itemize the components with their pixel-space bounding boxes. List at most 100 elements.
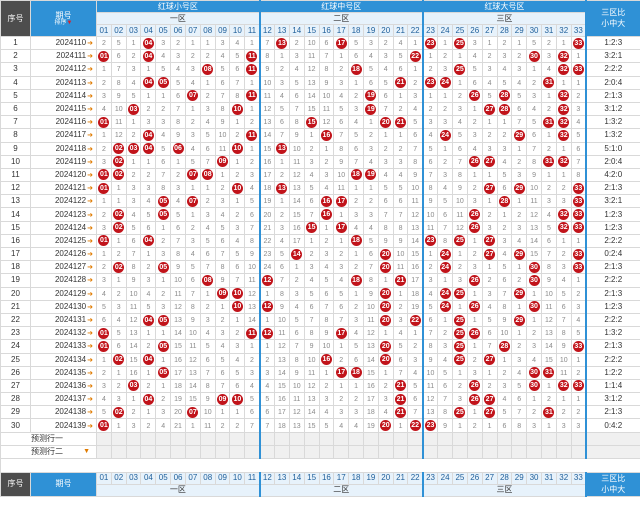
row-period[interactable]: 2024136➜: [30, 378, 97, 394]
predict-cell[interactable]: [259, 431, 276, 446]
predict-cell[interactable]: [184, 431, 201, 446]
predict-cell[interactable]: [452, 431, 468, 446]
row-period[interactable]: 2024113➜: [30, 75, 97, 90]
predict-cell[interactable]: [362, 431, 379, 446]
predict-cell[interactable]: [229, 444, 246, 459]
predict-cell[interactable]: [199, 444, 216, 459]
row-period[interactable]: 2024126➜: [30, 246, 97, 262]
predict-cell[interactable]: [392, 444, 409, 459]
predict-cell[interactable]: [570, 431, 588, 446]
row-period[interactable]: 2024112➜: [30, 62, 97, 77]
predict-cell[interactable]: [333, 444, 350, 459]
predict-cell[interactable]: [511, 444, 528, 459]
predict-row[interactable]: 预测行一: [0, 431, 640, 446]
predict-cell[interactable]: [452, 444, 468, 459]
predict-cell[interactable]: [511, 431, 528, 446]
predict-cell[interactable]: [303, 431, 320, 446]
predict-cell[interactable]: [466, 431, 483, 446]
predict-cell[interactable]: [288, 444, 305, 459]
predict-cell[interactable]: [125, 431, 142, 446]
predict-cell[interactable]: [540, 431, 557, 446]
predict-cell[interactable]: [555, 444, 572, 459]
row-period[interactable]: 2024131➜: [30, 312, 97, 328]
predict-cell[interactable]: [526, 431, 542, 446]
predict-cell[interactable]: [377, 444, 394, 459]
predict-cell[interactable]: [229, 431, 246, 446]
row-period[interactable]: 2024139➜: [30, 418, 97, 433]
sort-button[interactable]: 排序▼: [32, 20, 96, 26]
predict-cell[interactable]: [96, 431, 112, 446]
predict-cell[interactable]: [214, 444, 231, 459]
row-period[interactable]: 2024123➜: [30, 207, 97, 222]
period-header[interactable]: 期号 排序▼: [30, 0, 97, 37]
predict-cell[interactable]: [348, 431, 364, 446]
predict-cell[interactable]: [377, 431, 394, 446]
row-period[interactable]: 2024120➜: [30, 167, 97, 183]
predict-cell[interactable]: [170, 431, 186, 446]
row-period[interactable]: 2024117➜: [30, 128, 97, 143]
row-period[interactable]: 2024132➜: [30, 326, 97, 341]
row-period[interactable]: 2024129➜: [30, 286, 97, 301]
predict-cell[interactable]: [288, 431, 305, 446]
row-period[interactable]: 2024128➜: [30, 273, 97, 288]
row-period[interactable]: 2024124➜: [30, 220, 97, 235]
predict-cell[interactable]: [155, 444, 172, 459]
row-period[interactable]: 2024118➜: [30, 141, 97, 156]
row-period[interactable]: 2024130➜: [30, 299, 97, 314]
predict-cell[interactable]: [437, 444, 454, 459]
row-period[interactable]: 2024135➜: [30, 365, 97, 380]
row-period[interactable]: 2024137➜: [30, 392, 97, 407]
row-period[interactable]: 2024110➜: [30, 35, 97, 51]
predict-cell[interactable]: [140, 444, 157, 459]
row-period[interactable]: 2024116➜: [30, 115, 97, 130]
predict-cell[interactable]: [481, 444, 498, 459]
predict-cell[interactable]: [437, 431, 454, 446]
predict-cell[interactable]: [170, 444, 186, 459]
predict-cell[interactable]: [570, 444, 588, 459]
predict-cell[interactable]: [481, 431, 498, 446]
predict-cell[interactable]: [422, 444, 439, 459]
predict-cell[interactable]: [140, 431, 157, 446]
row-period[interactable]: 2024127➜: [30, 260, 97, 275]
row-period[interactable]: 2024138➜: [30, 405, 97, 420]
predict-cell[interactable]: [274, 444, 290, 459]
predict-cell[interactable]: [184, 444, 201, 459]
predict-cell[interactable]: [259, 444, 276, 459]
predict-cell[interactable]: [496, 444, 513, 459]
row-period[interactable]: 2024134➜: [30, 352, 97, 367]
predict-cell[interactable]: [496, 431, 513, 446]
row-period[interactable]: 2024125➜: [30, 233, 97, 249]
predict-cell[interactable]: [274, 431, 290, 446]
predict-cell[interactable]: [392, 431, 409, 446]
predict-cell[interactable]: [110, 444, 127, 459]
predict-cell[interactable]: [155, 431, 172, 446]
row-period[interactable]: 2024121➜: [30, 181, 97, 196]
predict-cell[interactable]: [466, 444, 483, 459]
predict-cell[interactable]: [244, 444, 261, 459]
predict-cell[interactable]: [214, 431, 231, 446]
predict-cell[interactable]: [318, 444, 335, 459]
row-period[interactable]: 2024133➜: [30, 339, 97, 354]
predict-cell[interactable]: [422, 431, 439, 446]
row-period[interactable]: 2024111➜: [30, 49, 97, 64]
predict-cell[interactable]: [199, 431, 216, 446]
predict-cell[interactable]: [110, 431, 127, 446]
predict-cell[interactable]: [303, 444, 320, 459]
predict-cell[interactable]: [540, 444, 557, 459]
predict-cell[interactable]: [96, 444, 112, 459]
predict-cell[interactable]: [555, 431, 572, 446]
predict-cell[interactable]: [244, 431, 261, 446]
predict-cell[interactable]: [407, 431, 424, 446]
row-period[interactable]: 2024115➜: [30, 101, 97, 117]
predict-cell[interactable]: [348, 444, 364, 459]
row-period[interactable]: 2024122➜: [30, 194, 97, 209]
predict-cell[interactable]: [125, 444, 142, 459]
row-period[interactable]: 2024114➜: [30, 88, 97, 103]
row-period[interactable]: 2024119➜: [30, 154, 97, 169]
predict-cell[interactable]: [362, 444, 379, 459]
predict-cell[interactable]: [318, 431, 335, 446]
triangle-down-icon[interactable]: ▼: [83, 448, 90, 455]
predict-cell[interactable]: [333, 431, 350, 446]
predict-row[interactable]: 预测行二 ▼: [0, 444, 640, 459]
predict-cell[interactable]: [407, 444, 424, 459]
